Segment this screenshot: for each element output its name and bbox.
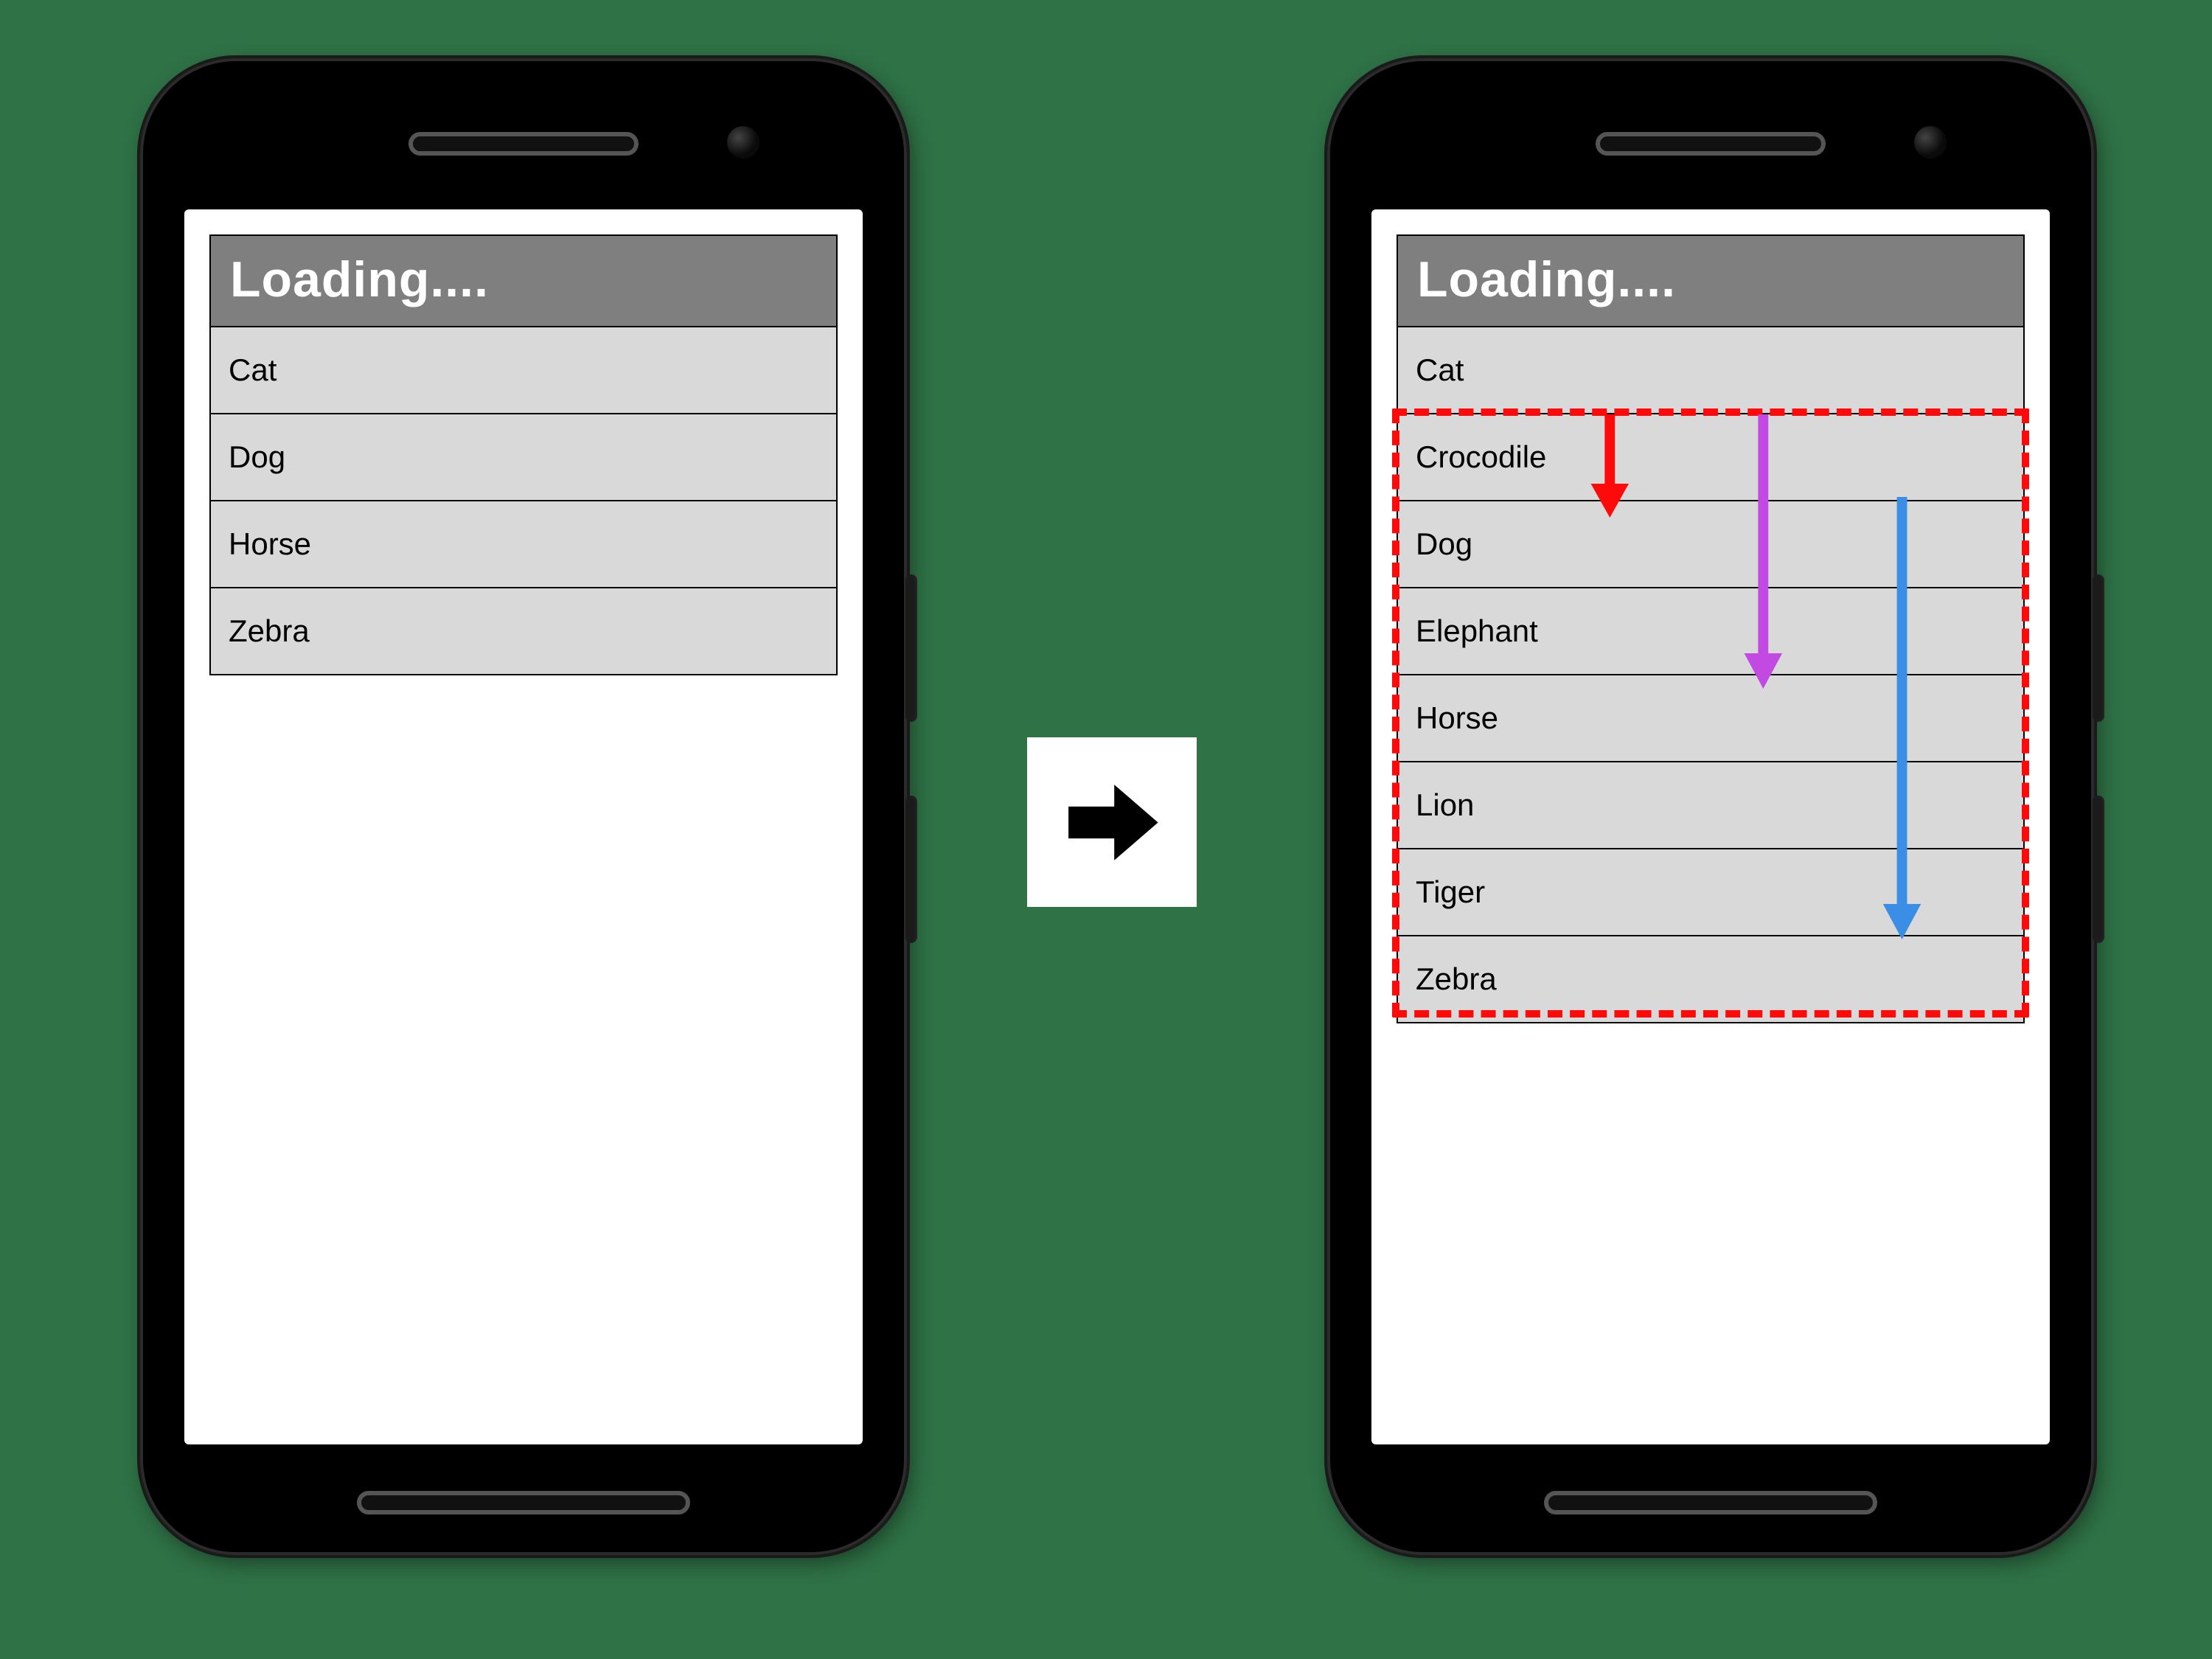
phone-screen: Loading.... Cat Dog Horse Zebra xyxy=(184,209,863,1444)
app-container: Loading.... Cat Crocodile Dog Elephant H… xyxy=(1397,234,2025,1023)
list-view[interactable]: Cat Dog Horse Zebra xyxy=(209,327,838,675)
list-view[interactable]: Cat Crocodile Dog Elephant Horse Lion Ti… xyxy=(1397,327,2025,1023)
earpiece-speaker xyxy=(1596,132,1826,156)
hardware-side-button xyxy=(2093,574,2104,722)
list-item[interactable]: Cat xyxy=(211,327,836,414)
list-item[interactable]: Zebra xyxy=(211,588,836,675)
list-item[interactable]: Dog xyxy=(1398,501,2023,588)
list-item[interactable]: Zebra xyxy=(1398,936,2023,1023)
list-item[interactable]: Elephant xyxy=(1398,588,2023,675)
app-header: Loading.... xyxy=(1397,234,2025,327)
bottom-speaker xyxy=(1544,1491,1877,1514)
hardware-side-button xyxy=(905,796,917,943)
hardware-side-button xyxy=(905,574,917,722)
list-item[interactable]: Lion xyxy=(1398,762,2023,849)
phone-screen: Loading.... Cat Crocodile Dog Elephant H… xyxy=(1371,209,2050,1444)
front-camera xyxy=(1914,126,1947,159)
list-item[interactable]: Cat xyxy=(1398,327,2023,414)
earpiece-speaker xyxy=(408,132,639,156)
phone-mockup-left: Loading.... Cat Dog Horse Zebra xyxy=(140,58,907,1555)
phone-mockup-right: Loading.... Cat Crocodile Dog Elephant H… xyxy=(1327,58,2094,1555)
list-item[interactable]: Crocodile xyxy=(1398,414,2023,501)
hardware-side-button xyxy=(2093,796,2104,943)
front-camera xyxy=(727,126,759,159)
transition-arrow-box xyxy=(1027,737,1197,907)
list-item[interactable]: Horse xyxy=(1398,675,2023,762)
app-header: Loading.... xyxy=(209,234,838,327)
app-container: Loading.... Cat Dog Horse Zebra xyxy=(209,234,838,675)
list-item[interactable]: Tiger xyxy=(1398,849,2023,936)
list-item[interactable]: Dog xyxy=(211,414,836,501)
list-item[interactable]: Horse xyxy=(211,501,836,588)
arrow-right-icon xyxy=(1062,773,1162,872)
bottom-speaker xyxy=(357,1491,690,1514)
